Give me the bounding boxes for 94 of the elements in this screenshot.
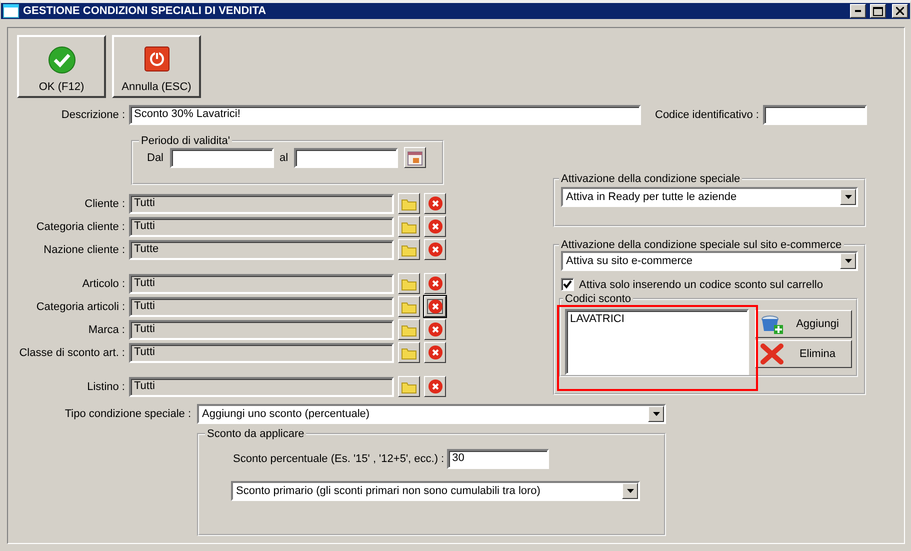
clear-button[interactable] [424, 342, 446, 363]
field-label: Cliente : [84, 198, 125, 210]
close-button[interactable] [892, 4, 908, 18]
field-label: Tipo condizione speciale : [64, 408, 191, 420]
minimize-icon [855, 10, 861, 12]
condition-type-select[interactable]: Aggiungi uno sconto (percentuale) [197, 404, 666, 424]
calendar-icon [407, 150, 424, 166]
window-title: GESTIONE CONDIZIONI SPECIALI DI VENDITA [23, 5, 268, 17]
remove-icon [428, 276, 442, 291]
maximize-button[interactable] [870, 4, 886, 18]
field-label: Marca : [87, 324, 125, 336]
clear-button[interactable] [424, 319, 446, 340]
remove-icon [428, 219, 442, 234]
window-icon [3, 4, 19, 18]
folder-icon [401, 220, 417, 234]
remove-icon [428, 379, 442, 394]
field-label: Dal [147, 152, 164, 164]
ecommerce-select[interactable]: Attiva su sito e-commerce [561, 251, 858, 271]
add-button[interactable]: Aggiungi [755, 310, 852, 338]
discount-type-select[interactable]: Sconto primario (gli sconti primari non sono cumulabili tra loro) [231, 481, 640, 501]
filter-field[interactable]: Tutti [129, 216, 394, 236]
description-field[interactable]: Sconto 30% Lavatrici! [129, 105, 641, 125]
cancel-button[interactable]: Annulla (ESC) [112, 35, 201, 98]
dropdown-arrow-icon[interactable] [652, 412, 660, 416]
folder-icon [401, 322, 417, 336]
close-icon [896, 7, 904, 15]
folder-icon [401, 276, 417, 290]
list-item[interactable]: LAVATRICI [570, 313, 744, 325]
field-label: Sconto percentuale (Es. '15' , '12+5', ecc.) : [233, 453, 444, 465]
remove-icon [428, 322, 442, 337]
tick-icon [563, 280, 572, 289]
group-title: Attivazione della condizione speciale [560, 173, 742, 185]
minimize-button[interactable] [850, 4, 866, 18]
clear-button[interactable] [424, 193, 446, 214]
remove-icon [428, 196, 442, 211]
field-label: Nazione cliente : [42, 244, 125, 256]
filter-field[interactable]: Tutti [129, 296, 394, 316]
field-label: Listino : [86, 380, 125, 392]
group-title: Sconto da applicare [206, 428, 306, 440]
field-label: Articolo : [81, 278, 125, 290]
code-only-checkbox[interactable]: Attiva solo inserendo un codice sconto sul carrello [561, 278, 858, 291]
folder-icon [401, 346, 417, 360]
calendar-button[interactable] [404, 147, 426, 168]
filter-field[interactable]: Tutti [129, 376, 394, 396]
browse-button[interactable] [398, 273, 420, 294]
field-label: Codice identificativo : [655, 109, 759, 121]
filter-field[interactable]: Tutti [129, 274, 394, 294]
folder-icon [401, 196, 417, 210]
field-label: al [280, 152, 288, 164]
folder-icon [401, 380, 417, 394]
power-icon [144, 46, 170, 72]
clear-button[interactable] [424, 376, 446, 397]
dropdown-arrow-icon[interactable] [844, 195, 852, 199]
clear-button[interactable] [424, 296, 446, 317]
browse-button[interactable] [398, 239, 420, 260]
field-label: Categoria articoli : [35, 300, 125, 312]
maximize-icon [873, 6, 883, 16]
browse-button[interactable] [398, 319, 420, 340]
browse-button[interactable] [398, 193, 420, 214]
check-icon [48, 46, 76, 74]
field-label: Categoria cliente : [35, 220, 125, 232]
clear-button[interactable] [424, 273, 446, 294]
ok-button[interactable]: OK (F12) [17, 35, 106, 98]
percent-field[interactable]: 30 [447, 449, 550, 469]
remove-icon [428, 299, 442, 314]
browse-button[interactable] [398, 216, 420, 237]
folder-icon [401, 242, 417, 256]
filter-field[interactable]: Tutti [129, 320, 394, 340]
clear-button[interactable] [424, 239, 446, 260]
code-field[interactable] [762, 105, 867, 125]
delete-icon [760, 343, 784, 365]
group-title: Periodo di validita' [140, 135, 231, 147]
field-label: Descrizione : [60, 109, 125, 121]
date-to-field[interactable] [294, 148, 398, 168]
browse-button[interactable] [398, 296, 420, 317]
activation-select[interactable]: Attiva in Ready per tutte le aziende [561, 187, 858, 207]
date-from-field[interactable] [170, 148, 274, 168]
browse-button[interactable] [398, 342, 420, 363]
codes-list[interactable]: LAVATRICI [565, 309, 749, 375]
filter-field[interactable]: Tutti [129, 342, 394, 362]
dropdown-arrow-icon[interactable] [626, 489, 634, 493]
browse-button[interactable] [398, 376, 420, 397]
dropdown-arrow-icon[interactable] [844, 259, 852, 263]
group-title: Attivazione della condizione speciale sul sito e-commerce [560, 239, 843, 251]
basket-add-icon [760, 313, 784, 335]
filter-field[interactable]: Tutte [129, 240, 394, 260]
folder-icon [401, 300, 417, 314]
field-label: Classe di sconto art. : [18, 346, 125, 358]
remove-icon [428, 242, 442, 257]
remove-icon [428, 345, 442, 360]
filter-field[interactable]: Tutti [129, 194, 394, 214]
clear-button[interactable] [424, 216, 446, 237]
delete-button[interactable]: Elimina [755, 340, 852, 368]
group-title: Codici sconto [564, 293, 632, 305]
